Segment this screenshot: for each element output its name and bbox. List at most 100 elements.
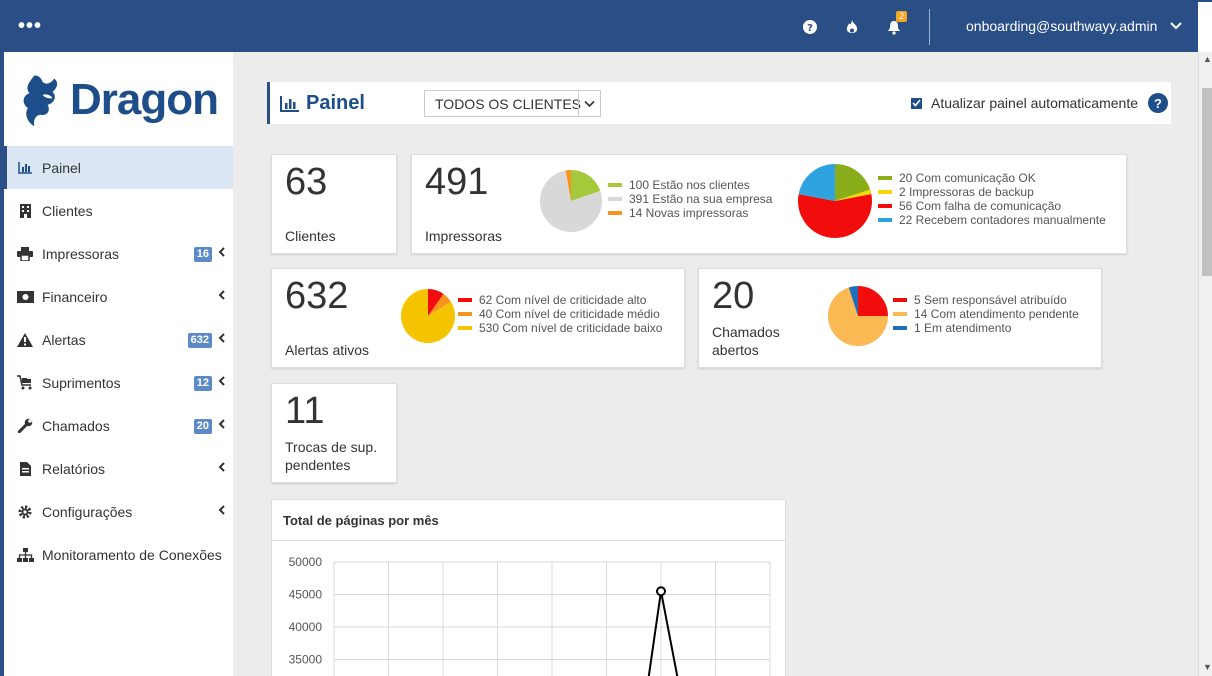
legend-label: 20 Com comunicação OK [899,171,1036,185]
topbar-divider [929,9,930,45]
sidebar-item-suprimentos[interactable]: Suprimentos 12 [4,361,233,404]
bar-chart-icon [280,95,299,112]
vertical-scrollbar[interactable]: ▲ ▼ [1198,52,1212,676]
line-chart: 50000 45000 40000 35000 [289,555,771,676]
sidebar-item-monitoramento[interactable]: Monitoramento de Conexões [4,533,233,576]
sidebar-item-label: Chamados [42,417,110,434]
card-trocas[interactable]: 11 Trocas de sup. pendentes [271,383,397,483]
gear-icon [16,504,34,520]
legend-item: 100 Estão nos clientes [608,178,772,192]
building-icon [16,203,34,219]
y-tick-label: 50000 [289,555,323,569]
help-icon[interactable]: ? [800,17,820,37]
page-title-text: Painel [306,92,365,114]
sidebar-item-label: Suprimentos [42,374,121,391]
card-value: 11 [285,390,325,432]
legend-printers-location: 100 Estão nos clientes 391 Estão na sua … [608,178,772,220]
help-icon[interactable]: ? [1148,93,1168,113]
client-select[interactable]: TODOS OS CLIENTES [424,90,601,117]
legend-label: 100 Estão nos clientes [629,178,750,192]
chart-title: Total de páginas por mês [283,513,439,528]
fire-icon[interactable] [842,17,862,37]
legend-item: 56 Com falha de comunicação [878,199,1106,213]
sidebar-item-painel[interactable]: Painel [4,146,233,189]
legend-label: 530 Com nível de criticidade baixo [479,321,663,335]
sidebar-item-relatorios[interactable]: Relatórios [4,447,233,490]
sidebar: Dragon Painel Clientes Impressoras 16 Fi… [4,52,233,676]
svg-text:?: ? [807,23,813,34]
logo-text: Dragon [70,75,219,124]
pie-printers-communication [798,164,872,238]
scroll-up-icon[interactable]: ▲ [1203,54,1212,64]
series-line [647,591,679,676]
legend-swatch [893,298,907,302]
logo[interactable]: Dragon [18,60,219,140]
chevron-left-icon[interactable] [218,461,225,475]
pie-tickets [828,286,888,346]
sidebar-item-financeiro[interactable]: Financeiro [4,275,233,318]
card-alertas[interactable]: 632 Alertas ativos 62 Com nível de criti… [271,268,685,368]
wrench-icon [16,418,34,434]
legend-label: 14 Com atendimento pendente [914,307,1079,321]
sidebar-item-alertas[interactable]: Alertas 632 [4,318,233,361]
count-badge: 12 [193,376,212,391]
card-label: Trocas de sup. pendentes [285,439,378,473]
legend-swatch [878,190,892,194]
chevron-left-icon[interactable] [218,246,225,260]
legend-swatch [458,326,472,330]
ellipsis-icon[interactable]: ••• [18,15,42,38]
file-icon [16,461,34,477]
legend-item: 40 Com nível de criticidade médio [458,307,662,321]
chevron-left-icon[interactable] [218,289,225,303]
chevron-left-icon[interactable] [218,418,225,432]
chevron-left-icon[interactable] [218,375,225,389]
printer-icon [16,246,34,262]
legend-item: 14 Com atendimento pendente [893,307,1079,321]
scroll-down-icon[interactable]: ▼ [1203,662,1212,672]
data-point[interactable] [656,586,666,597]
legend-item: 530 Com nível de criticidade baixo [458,321,662,335]
sidebar-item-clientes[interactable]: Clientes [4,189,233,232]
legend-printers-communication: 20 Com comunicação OK 2 Impressoras de b… [878,171,1106,227]
legend-item: 1 Em atendimento [893,321,1079,335]
y-tick-label: 35000 [289,653,323,667]
sidebar-item-label: Clientes [42,202,93,219]
bar-chart-icon [16,160,34,176]
chevron-down-icon[interactable] [578,91,600,116]
sidebar-item-label: Relatórios [42,460,106,477]
legend-item: 5 Sem responsável atribuído [893,293,1079,307]
user-menu[interactable]: onboarding@southwayy.admin [966,18,1157,34]
scrollbar-thumb[interactable] [1202,88,1212,276]
auto-refresh-toggle[interactable]: Atualizar painel automaticamente [911,95,1138,111]
sidebar-nav: Painel Clientes Impressoras 16 Financeir… [4,146,233,576]
chevron-left-icon[interactable] [218,504,225,518]
legend-label: 1 Em atendimento [914,321,1012,335]
legend-swatch [878,218,892,222]
card-label: Clientes [285,228,336,244]
legend-label: 62 Com nível de criticidade alto [479,293,647,307]
checkbox-checked-icon[interactable] [911,97,922,109]
chevron-left-icon[interactable] [218,332,225,346]
card-value: 632 [285,275,349,317]
legend-label: 22 Recebem contadores manualmente [899,213,1106,227]
sidebar-item-chamados[interactable]: Chamados 20 [4,404,233,447]
legend-swatch [458,298,472,302]
sidebar-item-label: Monitoramento de Conexões [42,546,222,563]
legend-swatch [878,204,892,208]
legend-item: 14 Novas impressoras [608,206,772,220]
page-header: Painel TODOS OS CLIENTES Atualizar paine… [267,82,1171,124]
legend-item: 20 Com comunicação OK [878,171,1106,185]
legend-swatch [878,176,892,180]
sidebar-item-configuracoes[interactable]: Configurações [4,490,233,533]
card-impressoras[interactable]: 491 Impressoras 100 Estão nos clientes 3… [411,154,1127,254]
sidebar-item-label: Alertas [42,331,86,348]
card-clientes[interactable]: 63 Clientes [271,154,397,254]
card-chamados[interactable]: 20 Chamados abertos 5 Sem responsável at… [698,268,1102,368]
card-value: 63 [285,161,328,203]
chevron-down-icon[interactable] [1170,18,1182,36]
card-label: Chamados abertos [712,324,780,358]
warning-icon [16,332,34,348]
legend-label: 40 Com nível de criticidade médio [479,307,660,321]
sidebar-item-impressoras[interactable]: Impressoras 16 [4,232,233,275]
sidebar-item-label: Financeiro [42,288,108,305]
